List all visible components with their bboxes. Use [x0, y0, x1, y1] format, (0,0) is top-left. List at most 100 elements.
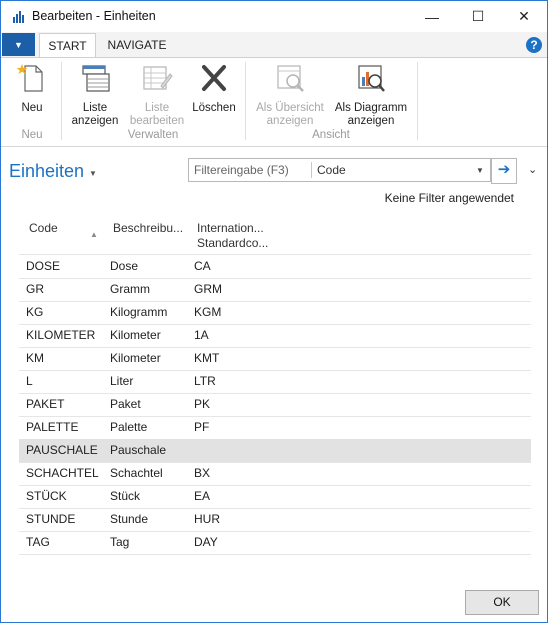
table-row[interactable]: GR Gramm GRM — [19, 278, 531, 302]
table-row[interactable]: KG Kilogramm KGM — [19, 301, 531, 325]
show-list-label-2: anzeigen — [71, 115, 119, 127]
sort-ascending-icon: ▲ — [90, 230, 98, 239]
apply-filter-arrow-icon[interactable]: ➔ — [491, 158, 517, 184]
dialog-window: Bearbeiten - Einheiten — ☐ ✕ ▼ START NAV… — [0, 0, 548, 623]
cell-international-code: KGM — [194, 305, 222, 319]
cell-code: PALETTE — [26, 420, 79, 434]
chart-magnifier-icon — [358, 65, 385, 92]
table-row[interactable]: STÜCK Stück EA — [19, 485, 531, 509]
cell-description: Kilogramm — [110, 305, 168, 319]
cell-code: L — [26, 374, 33, 388]
table-row[interactable]: KM Kilometer KMT — [19, 347, 531, 371]
cell-description: Stunde — [110, 512, 149, 526]
show-list-label-1: Liste — [82, 102, 108, 114]
cell-description: Schachtel — [110, 466, 163, 480]
cell-international-code: EA — [194, 489, 211, 503]
group-label-manage: Verwalten — [127, 129, 179, 141]
minimize-button[interactable]: — — [409, 1, 455, 32]
page-title[interactable]: Einheiten — [9, 161, 84, 182]
column-header-international-code[interactable]: Internation... Standardco... — [197, 221, 268, 251]
filter-box: Filtereingabe (F3) Code ▼ — [188, 158, 491, 182]
tab-navigate[interactable]: NAVIGATE — [101, 33, 173, 57]
cell-description: Kilometer — [110, 328, 161, 342]
cell-code: SCHACHTEL — [26, 466, 99, 480]
overview-icon — [277, 65, 304, 92]
column-header-code[interactable]: Code — [29, 221, 58, 236]
filter-status-text: Keine Filter angewendet — [384, 191, 514, 205]
page-menu-chevron-icon[interactable]: ▼ — [89, 169, 97, 178]
cell-description: Dose — [110, 259, 139, 273]
table-row-selected[interactable]: PAUSCHALE Pauschale — [19, 439, 531, 463]
table-row[interactable]: L Liter LTR — [19, 370, 531, 394]
column-header-description[interactable]: Beschreibu... — [113, 221, 183, 236]
table-row[interactable]: PALETTE Palette PF — [19, 416, 531, 440]
cell-description: Liter — [110, 374, 134, 388]
collapse-chevron-icon[interactable]: ⌄ — [528, 163, 537, 176]
overview-label-1: Als Übersicht — [256, 102, 324, 114]
cell-international-code: CA — [194, 259, 211, 273]
show-list-button[interactable]: Liste anzeigen — [67, 62, 123, 128]
cell-description: Gramm — [110, 282, 150, 296]
edit-list-label-1: Liste — [144, 102, 170, 114]
column-header-intl-line2: Standardco... — [197, 236, 269, 250]
cell-description: Paket — [110, 397, 141, 411]
chevron-down-icon[interactable]: ▼ — [476, 166, 484, 175]
ribbon: Neu Neu Liste anzeigen Liste bearbeiten … — [1, 57, 547, 147]
list-view-icon — [82, 65, 110, 92]
table-row[interactable]: PAKET Paket PK — [19, 393, 531, 417]
table-row[interactable]: KILOMETER Kilometer 1A — [19, 324, 531, 348]
file-menu-button[interactable]: ▼ — [2, 33, 35, 56]
filter-input[interactable]: Filtereingabe (F3) — [194, 163, 289, 177]
cell-code: KILOMETER — [26, 328, 96, 342]
cell-code: KG — [26, 305, 44, 319]
filter-field-select[interactable]: Code — [317, 163, 346, 177]
filter-divider — [311, 162, 312, 178]
column-header-intl-line1: Internation... — [197, 221, 264, 235]
cell-international-code: 1A — [194, 328, 209, 342]
table-row[interactable]: STUNDE Stunde HUR — [19, 508, 531, 532]
cell-code: TAG — [26, 535, 50, 549]
cell-description: Tag — [110, 535, 130, 549]
cell-international-code: LTR — [194, 374, 216, 388]
ribbon-tab-bar: ▼ START NAVIGATE ? — [1, 32, 547, 58]
cell-international-code: PK — [194, 397, 211, 411]
cell-code: STÜCK — [26, 489, 67, 503]
edit-list-label-2: bearbeiten — [129, 115, 185, 127]
help-icon[interactable]: ? — [526, 37, 542, 53]
delete-x-icon — [202, 65, 226, 91]
table-row[interactable]: DOSE Dose CA — [19, 255, 531, 279]
maximize-button[interactable]: ☐ — [455, 1, 501, 32]
cell-code: DOSE — [26, 259, 61, 273]
cell-international-code: GRM — [194, 282, 222, 296]
group-label-view: Ansicht — [312, 129, 350, 141]
overview-label-2: anzeigen — [266, 115, 314, 127]
edit-list-button[interactable]: Liste bearbeiten — [127, 62, 187, 128]
cell-code: GR — [26, 282, 44, 296]
ok-button[interactable]: OK — [465, 590, 539, 615]
cell-international-code: KMT — [194, 351, 220, 365]
show-as-chart-button[interactable]: Als Diagramm anzeigen — [331, 62, 411, 128]
chart-label-1: Als Diagramm — [334, 102, 408, 114]
table-row[interactable]: TAG Tag DAY — [19, 531, 531, 555]
cell-code: PAKET — [26, 397, 65, 411]
tab-start[interactable]: START — [39, 33, 96, 58]
cell-code: STUNDE — [26, 512, 76, 526]
group-label-new: Neu — [21, 129, 43, 141]
show-as-overview-button[interactable]: Als Übersicht anzeigen — [251, 62, 329, 128]
table-row[interactable]: SCHACHTEL Schachtel BX — [19, 462, 531, 486]
delete-button[interactable]: Löschen — [189, 62, 239, 115]
new-button-label: Neu — [21, 102, 43, 114]
cell-description: Palette — [110, 420, 148, 434]
cell-international-code: BX — [194, 466, 211, 480]
close-button[interactable]: ✕ — [501, 1, 547, 32]
group-separator — [61, 62, 62, 140]
cell-code: PAUSCHALE — [26, 443, 98, 457]
cell-code: KM — [26, 351, 44, 365]
app-chart-icon — [11, 9, 26, 24]
title-bar: Bearbeiten - Einheiten — ☐ ✕ — [1, 1, 547, 32]
new-button[interactable]: Neu — [9, 62, 55, 115]
cell-international-code: DAY — [194, 535, 218, 549]
cell-international-code: HUR — [194, 512, 220, 526]
group-separator — [417, 62, 418, 140]
new-document-icon — [16, 64, 43, 92]
